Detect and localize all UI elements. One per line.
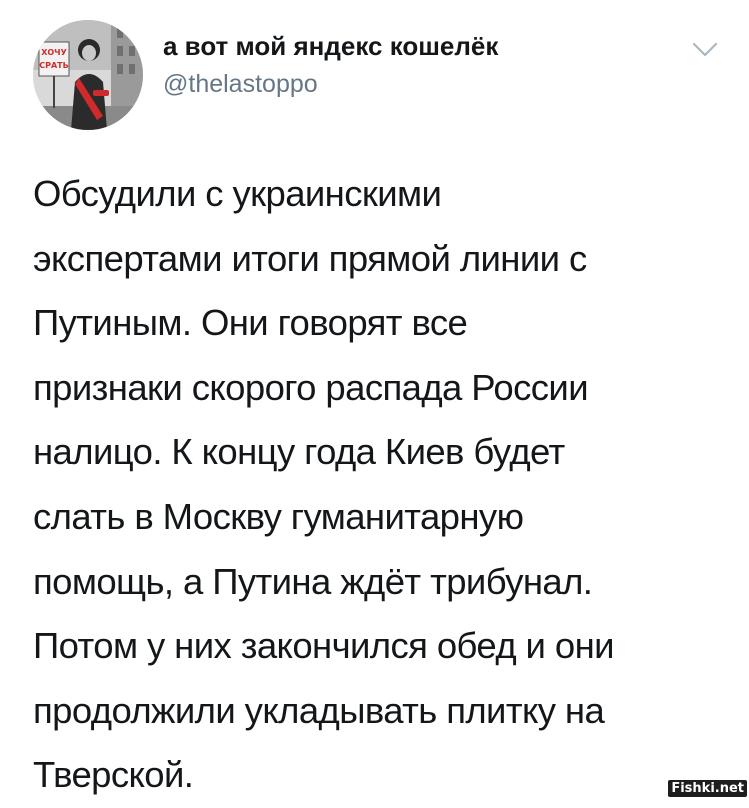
tweet-text-line: экспертами итоги прямой линии с xyxy=(33,237,587,279)
tweet-text-line: Потом у них закончился обед и они xyxy=(33,625,615,667)
tweet-text-line: признаки скорого распада России xyxy=(33,366,589,408)
user-handle[interactable]: @thelastoppo xyxy=(163,68,498,100)
chevron-down-icon[interactable] xyxy=(690,38,720,60)
tweet-text-line: помощь, а Путина ждёт трибунал. xyxy=(33,560,593,602)
tweet-card: ХОЧУ СРАТЬ а вот мой яндекс кошелёк @the… xyxy=(0,0,749,799)
tweet-text-line: слать в Москву гуманитарную xyxy=(33,495,524,537)
tweet-text-line: Обсудили с украинскими xyxy=(33,173,442,214)
tweet-text-line: Тверской. xyxy=(33,754,194,796)
tweet-text-line: налицо. К концу года Киев будет xyxy=(33,431,565,473)
watermark: Fishki.net xyxy=(668,780,747,797)
display-name[interactable]: а вот мой яндекс кошелёк xyxy=(163,30,498,62)
avatar-image: ХОЧУ СРАТЬ xyxy=(33,20,143,130)
avatar[interactable]: ХОЧУ СРАТЬ xyxy=(33,20,143,130)
tweet-text-line: продолжили укладывать плитку на xyxy=(33,689,605,731)
avatar-sign-line2: СРАТЬ xyxy=(39,61,68,70)
avatar-sign-line1: ХОЧУ xyxy=(41,48,67,57)
tweet-text-line: Путиным. Они говорят все xyxy=(33,302,468,344)
author-block: а вот мой яндекс кошелёк @thelastoppo xyxy=(163,30,498,100)
tweet-text: Обсудили с украинскими экспертами итоги … xyxy=(33,162,723,808)
